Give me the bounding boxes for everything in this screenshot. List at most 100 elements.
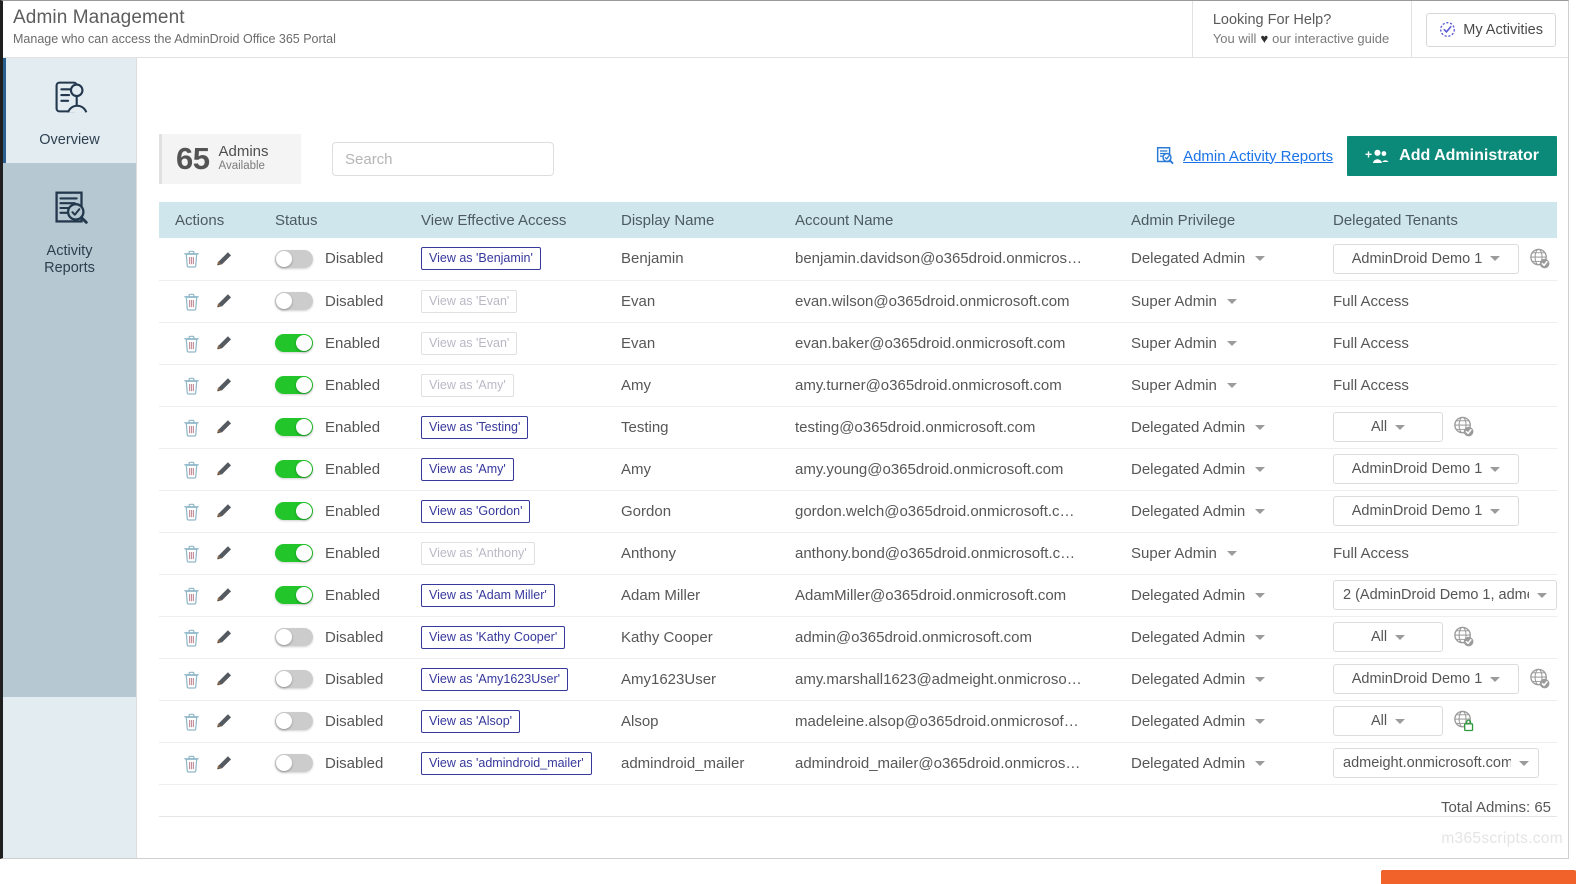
pencil-icon[interactable]	[216, 544, 233, 562]
admin-privilege-dropdown[interactable]: Delegated Admin	[1131, 461, 1317, 478]
status-label: Disabled	[325, 713, 383, 730]
body-wrapper: Overview Activity	[3, 58, 1568, 859]
view-as-button[interactable]: View as 'Testing'	[421, 416, 528, 439]
pencil-icon[interactable]	[216, 418, 233, 436]
status-toggle[interactable]	[275, 544, 313, 562]
column-header-account-name: Account Name	[779, 202, 1115, 238]
pencil-icon[interactable]	[216, 376, 233, 394]
view-as-button[interactable]: View as 'Adam Miller'	[421, 584, 555, 607]
pencil-icon[interactable]	[216, 754, 233, 772]
trash-icon[interactable]	[183, 670, 200, 689]
pencil-icon[interactable]	[216, 586, 233, 604]
delegated-tenant-dropdown[interactable]: 2 (AdminDroid Demo 1, admei	[1333, 580, 1557, 610]
pencil-icon[interactable]	[216, 502, 233, 520]
status-toggle[interactable]	[275, 754, 313, 772]
delegated-tenant-dropdown[interactable]: AdminDroid Demo 1	[1333, 454, 1519, 484]
delegated-tenant-dropdown[interactable]: AdminDroid Demo 1	[1333, 496, 1519, 526]
cell-account-name: gordon.welch@o365droid.onmicrosoft.c…	[779, 490, 1115, 532]
my-activities-button[interactable]: My Activities	[1426, 13, 1556, 47]
status-toggle[interactable]	[275, 460, 313, 478]
pencil-icon[interactable]	[216, 292, 233, 310]
trash-icon[interactable]	[183, 334, 200, 353]
search-input[interactable]	[332, 142, 554, 176]
status-toggle[interactable]	[275, 250, 313, 268]
chevron-down-icon	[1395, 425, 1405, 430]
admin-privilege-dropdown[interactable]: Delegated Admin	[1131, 250, 1317, 267]
cell-admin-privilege: Super Admin	[1115, 280, 1317, 322]
status-toggle[interactable]	[275, 628, 313, 646]
delegated-tenant-text: Full Access	[1333, 545, 1409, 562]
trash-icon[interactable]	[183, 502, 200, 521]
pencil-icon[interactable]	[216, 250, 233, 268]
admin-privilege-dropdown[interactable]: Delegated Admin	[1131, 587, 1317, 604]
delegated-tenant-dropdown[interactable]: admeight.onmicrosoft.com	[1333, 748, 1539, 778]
status-toggle[interactable]	[275, 586, 313, 604]
trash-icon[interactable]	[183, 376, 200, 395]
trash-icon[interactable]	[183, 292, 200, 311]
admin-activity-reports-link[interactable]: Admin Activity Reports	[1154, 145, 1333, 167]
globe-lock-icon[interactable]	[1452, 709, 1476, 733]
delegated-tenant-dropdown[interactable]: All	[1333, 622, 1443, 652]
admin-privilege-dropdown[interactable]: Super Admin	[1131, 335, 1317, 352]
globe-check-icon[interactable]	[1528, 247, 1552, 271]
admin-privilege-dropdown[interactable]: Delegated Admin	[1131, 755, 1317, 772]
trash-icon[interactable]	[183, 628, 200, 647]
sidebar-item-activity-reports[interactable]: Activity Reports	[3, 163, 136, 697]
cell-delegated-tenants: All	[1317, 406, 1557, 448]
table-row: EnabledView as 'Testing'Testingtesting@o…	[159, 406, 1557, 448]
delegated-tenant-value: AdminDroid Demo 1	[1352, 671, 1483, 687]
trash-icon[interactable]	[183, 754, 200, 773]
trash-icon[interactable]	[183, 586, 200, 605]
globe-check-icon[interactable]	[1528, 667, 1552, 691]
admin-privilege-dropdown[interactable]: Super Admin	[1131, 377, 1317, 394]
trash-icon[interactable]	[183, 460, 200, 479]
pencil-icon[interactable]	[216, 460, 233, 478]
status-toggle[interactable]	[275, 670, 313, 688]
view-as-button: View as 'Evan'	[421, 290, 517, 313]
status-toggle[interactable]	[275, 502, 313, 520]
view-as-button[interactable]: View as 'Kathy Cooper'	[421, 626, 565, 649]
orange-bottom-bar[interactable]	[1381, 870, 1576, 884]
status-toggle[interactable]	[275, 376, 313, 394]
cell-view-effective-access: View as 'Anthony'	[405, 532, 605, 574]
admin-privilege-dropdown[interactable]: Delegated Admin	[1131, 503, 1317, 520]
cell-delegated-tenants: All	[1317, 700, 1557, 742]
add-administrator-button[interactable]: + Add Administrator	[1347, 136, 1557, 176]
globe-check-icon[interactable]	[1452, 625, 1476, 649]
status-toggle[interactable]	[275, 712, 313, 730]
admin-privilege-dropdown[interactable]: Delegated Admin	[1131, 713, 1317, 730]
chevron-down-icon	[1255, 593, 1265, 598]
delegated-tenant-dropdown[interactable]: AdminDroid Demo 1	[1333, 664, 1519, 694]
globe-check-icon[interactable]	[1452, 415, 1476, 439]
trash-icon[interactable]	[183, 712, 200, 731]
admin-privilege-dropdown[interactable]: Delegated Admin	[1131, 419, 1317, 436]
view-as-button[interactable]: View as 'Benjamin'	[421, 247, 541, 270]
view-as-button[interactable]: View as 'Amy1623User'	[421, 668, 568, 691]
pencil-icon[interactable]	[216, 628, 233, 646]
delegated-tenant-dropdown[interactable]: AdminDroid Demo 1	[1333, 244, 1519, 274]
trash-icon[interactable]	[183, 418, 200, 437]
trash-icon[interactable]	[183, 249, 200, 268]
status-toggle[interactable]	[275, 292, 313, 310]
trash-icon[interactable]	[183, 544, 200, 563]
pencil-icon[interactable]	[216, 670, 233, 688]
status-toggle[interactable]	[275, 334, 313, 352]
view-as-button[interactable]: View as 'Gordon'	[421, 500, 530, 523]
view-as-button[interactable]: View as 'Amy'	[421, 458, 514, 481]
cell-status: Disabled	[259, 700, 405, 742]
cell-view-effective-access: View as 'Evan'	[405, 280, 605, 322]
delegated-tenant-dropdown[interactable]: All	[1333, 412, 1443, 442]
cell-actions	[159, 448, 259, 490]
delegated-tenant-dropdown[interactable]: All	[1333, 706, 1443, 736]
admin-privilege-dropdown[interactable]: Delegated Admin	[1131, 629, 1317, 646]
admin-privilege-dropdown[interactable]: Super Admin	[1131, 545, 1317, 562]
admin-privilege-dropdown[interactable]: Delegated Admin	[1131, 671, 1317, 688]
view-as-button[interactable]: View as 'Alsop'	[421, 710, 520, 733]
sidebar-item-overview[interactable]: Overview	[3, 58, 136, 163]
admin-privilege-dropdown[interactable]: Super Admin	[1131, 293, 1317, 310]
cell-display-name: admindroid_mailer	[605, 742, 779, 784]
status-toggle[interactable]	[275, 418, 313, 436]
pencil-icon[interactable]	[216, 334, 233, 352]
pencil-icon[interactable]	[216, 712, 233, 730]
view-as-button[interactable]: View as 'admindroid_mailer'	[421, 752, 592, 775]
